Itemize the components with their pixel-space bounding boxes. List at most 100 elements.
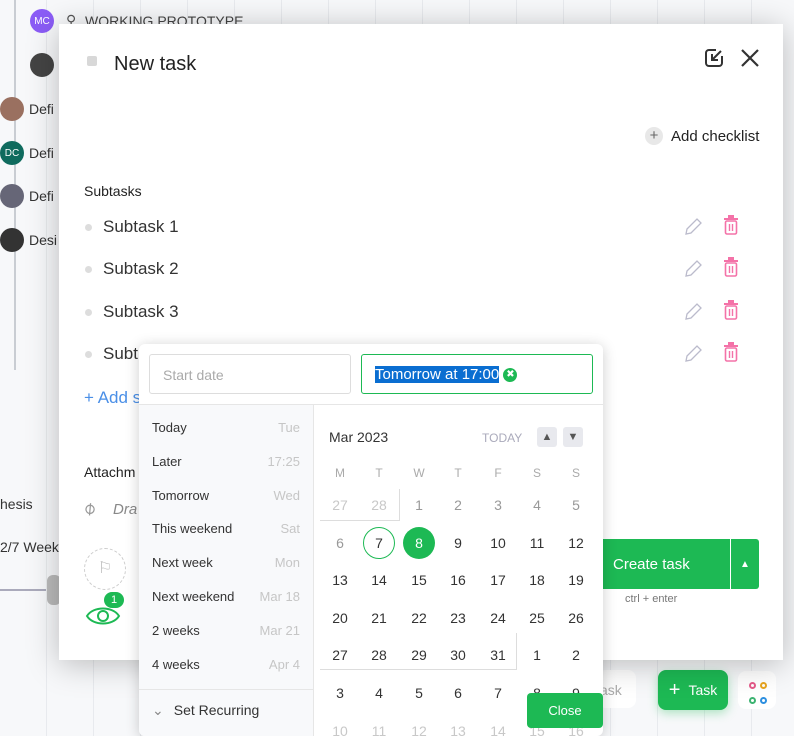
row-text[interactable]: Defi — [29, 145, 54, 161]
drag-hint[interactable]: Dra — [113, 501, 137, 518]
create-task-button[interactable]: Create task — [599, 539, 730, 589]
calendar-day[interactable]: 4 — [363, 677, 395, 709]
calendar-day[interactable]: 20 — [324, 602, 356, 634]
calendar-day[interactable]: 12 — [560, 527, 592, 559]
option-label: Next weekend — [152, 589, 235, 604]
row-text[interactable]: hesis — [0, 496, 33, 512]
quick-date-option[interactable]: Next weekend Mar 18 — [152, 589, 300, 604]
edit-pencil-icon[interactable] — [683, 258, 703, 280]
calendar-day[interactable]: 15 — [403, 564, 435, 596]
clear-date-icon[interactable]: ✖ — [503, 368, 518, 383]
subtask-item[interactable]: Subtask 2 — [83, 259, 179, 279]
calendar-day[interactable]: 6 — [324, 527, 356, 559]
quick-date-option[interactable]: Later 17:25 — [152, 454, 300, 469]
subtask-item[interactable]: Subtask 3 — [83, 302, 179, 322]
calendar-day-today[interactable]: 7 — [363, 526, 395, 559]
option-hint: Apr 4 — [268, 656, 300, 672]
weekday-label: T — [454, 466, 462, 480]
calendar-day[interactable]: 28 — [363, 489, 395, 521]
calendar-day[interactable]: 1 — [521, 639, 553, 671]
add-task-button[interactable]: + Task — [658, 670, 728, 710]
calendar-day[interactable]: 21 — [363, 602, 395, 634]
row-text[interactable]: Defi — [29, 188, 54, 204]
quick-date-option[interactable]: 2 weeks Mar 21 — [152, 623, 300, 638]
calendar-day[interactable]: 11 — [521, 527, 553, 559]
subtask-label: Subtask 2 — [103, 259, 179, 278]
quick-date-option[interactable]: Today Tue — [152, 420, 300, 435]
start-date-input[interactable]: Start date — [149, 354, 351, 394]
month-label: Mar 2023 — [329, 429, 389, 445]
quick-date-option[interactable]: Next week Mon — [152, 555, 300, 570]
calendar-day[interactable]: 14 — [482, 715, 514, 736]
divider — [139, 689, 314, 690]
add-subtask-button[interactable]: + Add s — [84, 388, 141, 408]
delete-trash-icon[interactable] — [721, 214, 741, 236]
delete-trash-icon[interactable] — [721, 256, 741, 278]
calendar-day[interactable]: 3 — [324, 677, 356, 709]
close-button[interactable]: Close — [527, 693, 603, 728]
calendar-day[interactable]: 4 — [521, 489, 553, 521]
calendar-day[interactable]: 7 — [482, 677, 514, 709]
edit-pencil-icon[interactable] — [683, 301, 703, 323]
calendar-day[interactable]: 6 — [442, 677, 474, 709]
minimize-icon[interactable] — [704, 48, 724, 68]
calendar-day[interactable]: 25 — [521, 602, 553, 634]
calendar-day[interactable]: 24 — [482, 602, 514, 634]
calendar-day[interactable]: 9 — [442, 527, 474, 559]
calendar-day[interactable]: 19 — [560, 564, 592, 596]
delete-trash-icon[interactable] — [721, 341, 741, 363]
next-month-button[interactable]: ▼ — [563, 427, 583, 447]
calendar-day[interactable]: 23 — [442, 602, 474, 634]
caret-up-icon[interactable]: ▲ — [730, 539, 759, 589]
task-title-input[interactable]: New task — [114, 53, 196, 76]
calendar-day[interactable]: 3 — [482, 489, 514, 521]
calendar-day[interactable]: 13 — [324, 564, 356, 596]
set-recurring-toggle[interactable]: ⌄ Set Recurring — [152, 702, 259, 719]
status-checkbox[interactable] — [87, 56, 97, 66]
calendar-day[interactable]: 14 — [363, 564, 395, 596]
quick-date-option[interactable]: This weekend Sat — [152, 521, 300, 536]
quick-date-option[interactable]: 4 weeks Apr 4 — [152, 657, 300, 672]
calendar-day[interactable]: 2 — [560, 639, 592, 671]
delete-trash-icon[interactable] — [721, 299, 741, 321]
ghost-task-button[interactable]: ask — [598, 670, 636, 708]
calendar-day[interactable]: 1 — [403, 489, 435, 521]
quick-date-option[interactable]: Tomorrow Wed — [152, 488, 300, 503]
apps-button[interactable] — [738, 671, 776, 709]
add-checklist-button[interactable]: Add checklist — [671, 128, 759, 145]
close-icon[interactable] — [740, 48, 760, 68]
option-hint: 17:25 — [267, 453, 300, 469]
calendar-day[interactable]: 11 — [363, 715, 395, 736]
row-text[interactable]: 2/7 Week — [0, 539, 59, 555]
subtask-item[interactable]: Subtask 1 — [83, 217, 179, 237]
previous-month-button[interactable]: ▲ — [537, 427, 557, 447]
row-text[interactable]: Desi — [29, 232, 57, 248]
edit-pencil-icon[interactable] — [683, 343, 703, 365]
calendar-day[interactable]: 2 — [442, 489, 474, 521]
calendar-day[interactable]: 10 — [324, 715, 356, 736]
today-button[interactable]: TODAY — [482, 431, 522, 445]
calendar-day[interactable]: 5 — [560, 489, 592, 521]
calendar-day[interactable]: 5 — [403, 677, 435, 709]
calendar-day[interactable]: 13 — [442, 715, 474, 736]
priority-flag-button[interactable]: ⚐ — [84, 548, 126, 590]
option-hint: Wed — [273, 487, 301, 503]
subtask-item[interactable]: Subt — [83, 344, 138, 364]
add-task-label: Task — [688, 682, 718, 698]
calendar-day[interactable]: 10 — [482, 527, 514, 559]
calendar-day[interactable]: 12 — [403, 715, 435, 736]
calendar-day[interactable]: 16 — [442, 564, 474, 596]
option-hint: Mon — [274, 555, 300, 571]
due-date-input[interactable]: Tomorrow at 17:00 ✖ — [361, 354, 593, 394]
calendar-day[interactable]: 22 — [403, 602, 435, 634]
calendar-day[interactable]: 26 — [560, 602, 592, 634]
calendar-day[interactable]: 18 — [521, 564, 553, 596]
calendar-day[interactable]: 27 — [324, 489, 356, 521]
edit-pencil-icon[interactable] — [683, 216, 703, 238]
subtask-label: Subt — [103, 344, 138, 363]
calendar-day[interactable]: 17 — [482, 564, 514, 596]
calendar-day-selected[interactable]: 8 — [403, 526, 435, 559]
row-text[interactable]: Defi — [29, 101, 54, 117]
subtasks-heading: Subtasks — [84, 183, 142, 199]
plus-icon[interactable]: + — [645, 127, 663, 145]
